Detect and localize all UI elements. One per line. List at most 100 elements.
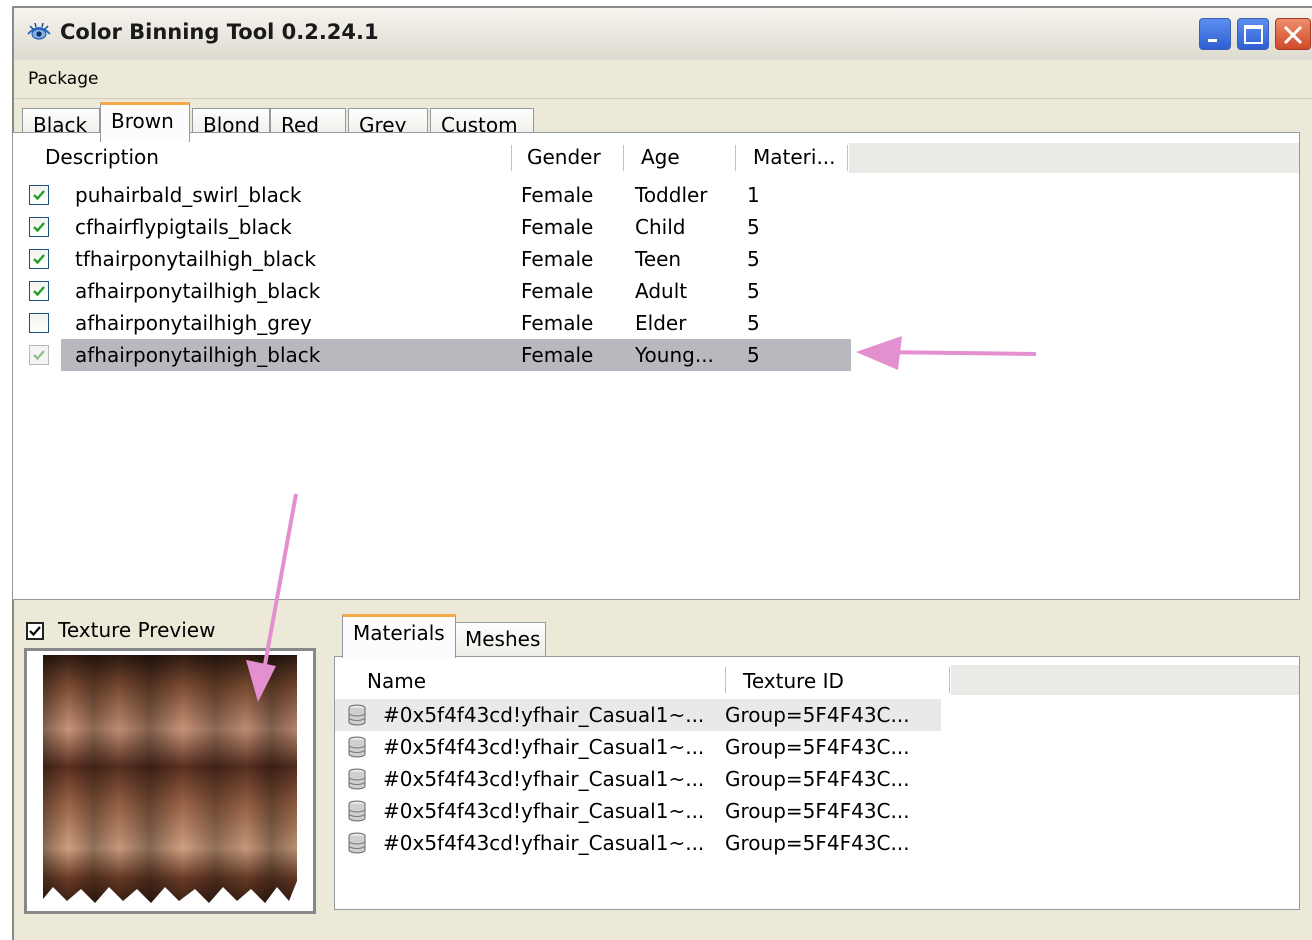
list-row[interactable]: puhairbald_swirl_black Female Toddler 1 [13, 179, 833, 211]
column-separator[interactable] [623, 145, 624, 171]
menu-item-package[interactable]: Package [28, 69, 98, 89]
database-icon [347, 800, 367, 822]
minimize-button[interactable] [1199, 18, 1231, 50]
close-icon [1283, 25, 1303, 45]
material-row[interactable]: #0x5f4f43cd!yfhair_Casual1~... Group=5F4… [335, 731, 945, 763]
row-gender: Female [521, 279, 594, 303]
row-checkbox[interactable] [29, 217, 49, 237]
column-separator[interactable] [949, 667, 950, 693]
close-button[interactable] [1275, 18, 1311, 50]
tab-brown[interactable]: Brown [100, 102, 190, 142]
material-texture-id: Group=5F4F43C... [725, 799, 910, 823]
column-separator[interactable] [511, 145, 512, 171]
page: Color Binning Tool 0.2.24.1 Package Blac… [0, 0, 1312, 940]
column-separator[interactable] [725, 667, 726, 693]
row-materials: 5 [747, 343, 760, 367]
row-checkbox[interactable] [29, 281, 49, 301]
eye-icon [26, 20, 52, 44]
check-icon [29, 626, 41, 637]
row-materials: 5 [747, 279, 760, 303]
row-description: afhairponytailhigh_grey [75, 311, 312, 335]
material-name: #0x5f4f43cd!yfhair_Casual1~... [383, 703, 705, 727]
row-materials: 5 [747, 247, 760, 271]
minimize-icon [1208, 39, 1217, 42]
hair-texture-image [43, 655, 297, 903]
material-row-selected[interactable]: #0x5f4f43cd!yfhair_Casual1~... Group=5F4… [335, 699, 955, 731]
row-checkbox[interactable] [29, 249, 49, 269]
row-checkbox[interactable] [29, 345, 49, 365]
material-name: #0x5f4f43cd!yfhair_Casual1~... [383, 831, 705, 855]
row-materials: 5 [747, 311, 760, 335]
material-texture-id: Group=5F4F43C... [725, 735, 910, 759]
materials-list: Name Texture ID #0x5f4f43cd!yfhair_Casua… [334, 656, 1300, 910]
database-icon [347, 832, 367, 854]
row-age: Teen [635, 247, 682, 271]
row-materials: 1 [747, 183, 760, 207]
row-age: Young... [635, 343, 714, 367]
row-checkbox[interactable] [29, 185, 49, 205]
window-title: Color Binning Tool 0.2.24.1 [60, 20, 379, 44]
column-description[interactable]: Description [45, 145, 159, 169]
row-gender: Female [521, 215, 594, 239]
material-texture-id: Group=5F4F43C... [725, 831, 910, 855]
material-texture-id: Group=5F4F43C... [725, 703, 910, 727]
tab-meshes[interactable]: Meshes [454, 622, 546, 658]
column-separator[interactable] [735, 145, 736, 171]
column-age[interactable]: Age [641, 145, 680, 169]
header-filler [849, 143, 1299, 173]
material-row[interactable]: #0x5f4f43cd!yfhair_Casual1~... Group=5F4… [335, 827, 945, 859]
texture-preview-checkbox[interactable] [26, 622, 44, 640]
row-age: Elder [635, 311, 687, 335]
row-age: Child [635, 215, 686, 239]
row-description: puhairbald_swirl_black [75, 183, 302, 207]
row-description: afhairponytailhigh_black [75, 279, 321, 303]
column-materials[interactable]: Materi... [753, 145, 836, 169]
maximize-icon [1244, 25, 1263, 44]
texture-preview-image [24, 648, 316, 914]
check-icon [33, 254, 45, 265]
check-icon [33, 222, 45, 233]
material-texture-id: Group=5F4F43C... [725, 767, 910, 791]
detail-tabs: Materials Meshes [330, 612, 630, 658]
row-age: Adult [635, 279, 688, 303]
list-row[interactable]: tfhairponytailhigh_black Female Teen 5 [13, 243, 833, 275]
row-materials: 5 [747, 215, 760, 239]
row-gender: Female [521, 183, 594, 207]
material-name: #0x5f4f43cd!yfhair_Casual1~... [383, 767, 705, 791]
maximize-button[interactable] [1237, 18, 1269, 50]
database-icon [347, 736, 367, 758]
row-description: tfhairponytailhigh_black [75, 247, 316, 271]
hair-list: Description Gender Age Materi... puhairb… [12, 132, 1300, 600]
row-age: Toddler [635, 183, 708, 207]
title-bar[interactable]: Color Binning Tool 0.2.24.1 [14, 8, 1312, 61]
material-row[interactable]: #0x5f4f43cd!yfhair_Casual1~... Group=5F4… [335, 763, 945, 795]
row-checkbox[interactable] [29, 313, 49, 333]
material-row[interactable]: #0x5f4f43cd!yfhair_Casual1~... Group=5F4… [335, 795, 945, 827]
row-description: afhairponytailhigh_black [75, 343, 321, 367]
desktop-edge [0, 0, 12, 940]
header-filler [951, 665, 1299, 695]
tab-materials[interactable]: Materials [342, 614, 456, 658]
column-gender[interactable]: Gender [527, 145, 601, 169]
list-row[interactable]: afhairponytailhigh_grey Female Elder 5 [13, 307, 833, 339]
row-gender: Female [521, 343, 594, 367]
texture-preview-label: Texture Preview [58, 618, 216, 642]
material-name: #0x5f4f43cd!yfhair_Casual1~... [383, 735, 705, 759]
material-name: #0x5f4f43cd!yfhair_Casual1~... [383, 799, 705, 823]
database-icon [347, 768, 367, 790]
row-gender: Female [521, 311, 594, 335]
menu-bar: Package [14, 60, 1312, 99]
list-row[interactable]: afhairponytailhigh_black Female Adult 5 [13, 275, 833, 307]
row-gender: Female [521, 247, 594, 271]
check-icon [33, 190, 45, 201]
column-name[interactable]: Name [367, 669, 426, 693]
list-row[interactable]: cfhairflypigtails_black Female Child 5 [13, 211, 833, 243]
check-icon [33, 286, 45, 297]
column-separator[interactable] [847, 145, 848, 171]
row-description: cfhairflypigtails_black [75, 215, 292, 239]
list-row-selected[interactable]: afhairponytailhigh_black Female Young...… [13, 339, 853, 371]
check-icon [33, 350, 45, 361]
column-texture-id[interactable]: Texture ID [743, 669, 844, 693]
database-icon [347, 704, 367, 726]
list-header: Description Gender Age Materi... [13, 133, 1299, 177]
